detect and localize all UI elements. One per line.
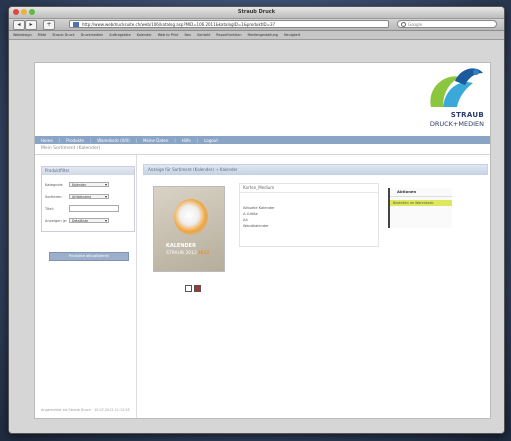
product-artwork bbox=[174, 199, 208, 235]
search-placeholder: Google bbox=[408, 22, 423, 27]
filter-row-title: Titel: bbox=[45, 205, 133, 212]
nav-item-home[interactable]: Home bbox=[41, 138, 53, 143]
filter-label: Titel: bbox=[45, 206, 54, 211]
bookmark-item[interactable]: Druckmedien bbox=[81, 33, 104, 37]
nav-separator: | bbox=[196, 137, 199, 143]
address-bar-url: http://www.webdrucksuite.ch/web/106/kata… bbox=[82, 22, 276, 27]
breadcrumb: Mein Sortiment (Kalender) bbox=[35, 144, 490, 155]
nav-item-hilfe[interactable]: Hilfe bbox=[182, 138, 191, 143]
site-header: STRAUB DRUCK+MEDIEN bbox=[35, 63, 490, 136]
bookmark-item[interactable]: Kontakt bbox=[197, 33, 210, 37]
product-image-badge: 2012 bbox=[198, 250, 210, 255]
update-products-button[interactable]: Produkte aktualisieren bbox=[49, 252, 129, 261]
filter-label: Sortieren: bbox=[45, 194, 63, 199]
category-select[interactable]: Kalender bbox=[69, 182, 109, 187]
nav-item-meine-daten[interactable]: Meine Daten bbox=[143, 138, 168, 143]
nav-item-warenkorb[interactable]: Warenkorb (0/0) bbox=[97, 138, 129, 143]
filter-label: Anzeigen je: bbox=[45, 218, 68, 223]
product-info-line: Aktuelle Kalender bbox=[243, 206, 275, 210]
bookmark-item[interactable]: Neuigkeit bbox=[284, 33, 300, 37]
back-button[interactable]: ◂ bbox=[13, 20, 25, 30]
product-info-line: Wandkalender bbox=[243, 224, 269, 228]
product-name: Karten_Medium bbox=[240, 184, 378, 193]
address-bar[interactable]: http://www.webdrucksuite.ch/web/106/kata… bbox=[69, 20, 389, 28]
page-footer: Angemeldet als Straub Druck · 10.07.2012… bbox=[41, 408, 130, 412]
bookmark-item[interactable]: Kalender bbox=[137, 33, 152, 37]
actions-panel: Aktionen Bestellen im Warenkorb bbox=[388, 188, 452, 228]
nav-separator: | bbox=[135, 137, 137, 143]
preview-icon[interactable] bbox=[185, 285, 192, 292]
page-viewport: STRAUB DRUCK+MEDIEN Home | Produkte | Wa… bbox=[9, 40, 504, 433]
product-image[interactable]: KALENDER STRAUB 2012 2012 bbox=[153, 186, 225, 272]
bookmark-item[interactable]: Neu bbox=[185, 33, 192, 37]
nav-item-produkte[interactable]: Produkte bbox=[66, 138, 84, 143]
nav-separator: | bbox=[174, 137, 176, 143]
filter-row-category: Kategorie: Kalender bbox=[45, 181, 133, 188]
filter-row-sort: Sortieren: Artikelname bbox=[45, 193, 133, 200]
bookmark-item[interactable]: Webdesign bbox=[13, 33, 32, 37]
product-info-line: A-Größe bbox=[243, 212, 258, 216]
product-info: Karten_Medium Aktuelle Kalender A-Größe … bbox=[239, 183, 379, 247]
bookmark-item[interactable]: Mitte bbox=[38, 33, 47, 37]
browser-toolbar: ◂ ▸ + http://www.webdrucksuite.ch/web/10… bbox=[9, 19, 504, 31]
sidebar: Produktfilter Kategorie: Kalender Sortie… bbox=[35, 155, 137, 418]
browser-window: Straub Druck ◂ ▸ + http://www.webdrucksu… bbox=[8, 6, 505, 434]
sort-select[interactable]: Artikelname bbox=[69, 194, 109, 199]
order-action-link[interactable]: Bestellen im Warenkorb bbox=[390, 200, 452, 206]
nav-item-logout[interactable]: Logout bbox=[204, 138, 218, 143]
nav-separator: | bbox=[58, 137, 61, 143]
add-bookmark-button[interactable]: + bbox=[43, 20, 55, 30]
web-page: STRAUB DRUCK+MEDIEN Home | Produkte | Wa… bbox=[34, 62, 491, 419]
filter-row-display: Anzeigen je: Detailliste bbox=[45, 217, 133, 224]
product-image-subtitle: STRAUB 2012 bbox=[166, 251, 197, 256]
bookmark-item[interactable]: Reportfunktion bbox=[216, 33, 241, 37]
product-icons bbox=[185, 285, 201, 292]
product-info-line: A4 bbox=[243, 218, 248, 222]
logo-subtitle: DRUCK+MEDIEN bbox=[429, 120, 484, 128]
main-navigation: Home | Produkte | Warenkorb (0/0) | Mein… bbox=[35, 136, 490, 144]
bookmark-item[interactable]: Web to Print bbox=[158, 33, 179, 37]
bookmark-item[interactable]: Auftragsliste bbox=[109, 33, 130, 37]
window-title: Straub Druck bbox=[237, 9, 276, 15]
results-header: Anzeige für Sortiment (Kalender) ➝ Kalen… bbox=[143, 164, 488, 175]
actions-title: Aktionen bbox=[390, 188, 452, 197]
title-input[interactable] bbox=[69, 205, 119, 212]
filter-title: Produktfilter bbox=[42, 167, 134, 175]
title-bar: Straub Druck bbox=[9, 7, 504, 19]
bookmarks-bar: Webdesign Mitte Straub Druck Druckmedien… bbox=[9, 31, 504, 40]
search-icon bbox=[401, 22, 406, 27]
bookmark-item[interactable]: Straub Druck bbox=[52, 33, 74, 37]
search-field[interactable]: Google bbox=[397, 20, 497, 28]
product-image-title: KALENDER bbox=[166, 243, 196, 249]
results-area: Anzeige für Sortiment (Kalender) ➝ Kalen… bbox=[143, 164, 488, 414]
filter-label: Kategorie: bbox=[45, 182, 64, 187]
pdf-icon[interactable] bbox=[194, 285, 201, 292]
product-filter-panel: Produktfilter Kategorie: Kalender Sortie… bbox=[41, 166, 135, 232]
display-select[interactable]: Detailliste bbox=[69, 218, 109, 223]
nav-separator: | bbox=[89, 137, 92, 143]
site-favicon-icon bbox=[73, 22, 79, 27]
forward-button[interactable]: ▸ bbox=[25, 20, 37, 30]
bookmark-item[interactable]: Mediengestaltung bbox=[247, 33, 277, 37]
logo-title: STRAUB bbox=[450, 111, 484, 119]
